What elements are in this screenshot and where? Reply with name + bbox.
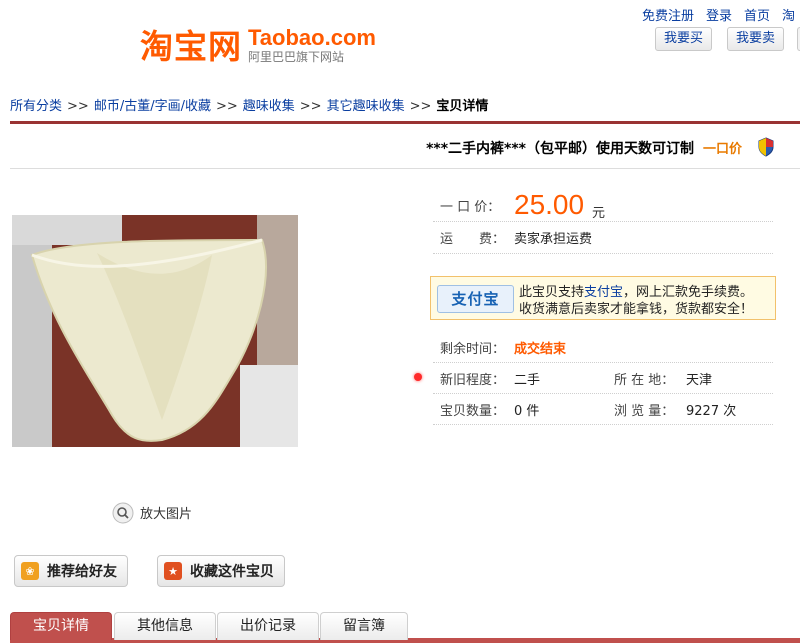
price-unit: 元 [592, 206, 606, 221]
price-label: 一 口 价： [440, 200, 501, 215]
alipay-logo: 支付宝 [437, 285, 514, 313]
logo-chinese: 淘宝网 [140, 27, 242, 66]
magnifier-icon[interactable] [112, 502, 134, 524]
home-link[interactable]: 首页 [744, 9, 770, 24]
divider [433, 221, 773, 222]
buy-button[interactable]: 我要买 [655, 27, 713, 51]
tab-other-info[interactable]: 其他信息 [114, 612, 216, 640]
shipping-label: 运 费： [440, 232, 506, 247]
breadcrumb-fun-collections[interactable]: 趣味收集 [243, 99, 295, 114]
sale-type-label: 一口价 [703, 142, 743, 157]
product-image [12, 215, 298, 447]
breadcrumb-separator: >> [67, 99, 89, 114]
breadcrumb-separator: >> [409, 99, 432, 114]
divider [433, 362, 773, 363]
quantity-label: 宝贝数量： [440, 404, 506, 419]
top-links: 免费注册 登录 首页淘 [642, 5, 800, 24]
price-value: 25.00 [514, 189, 585, 220]
views-value: 9227 次 [686, 404, 737, 419]
taobao-logo[interactable]: 淘宝网 Taobao.com 阿里巴巴旗下网站 [140, 27, 376, 67]
alipay-banner[interactable]: 支付宝 此宝贝支持支付宝，网上汇款免手续费。 收货满意后卖家才能拿钱，货款都安全… [430, 276, 776, 320]
breadcrumb-stamps-antiques[interactable]: 邮币/古董/字画/收藏 [94, 99, 211, 114]
remaining-time-label: 剩余时间： [440, 342, 506, 357]
divider [433, 253, 773, 254]
location-label: 所 在 地： [614, 373, 675, 388]
red-dot-marker [414, 373, 422, 381]
breadcrumb: 所有分类 >> 邮币/古董/字画/收藏 >> 趣味收集 >> 其它趣味收集 >> 宝贝详情 [10, 95, 488, 114]
header-divider [10, 121, 800, 124]
views-label: 浏 览 量： [614, 404, 675, 419]
logo-english: Taobao.com [248, 25, 376, 50]
login-link[interactable]: 登录 [706, 9, 732, 24]
condition-value: 二手 [514, 373, 541, 388]
favorite-button[interactable]: ★ 收藏这件宝贝 [157, 555, 285, 587]
quantity-value: 0 件 [514, 404, 540, 419]
product-photo[interactable] [12, 215, 298, 447]
logo-subtitle: 阿里巴巴旗下网站 [248, 50, 345, 64]
breadcrumb-other-collections[interactable]: 其它趣味收集 [327, 99, 405, 114]
divider [433, 393, 773, 394]
condition-label: 新旧程度： [440, 373, 506, 388]
breadcrumb-all-categories[interactable]: 所有分类 [10, 99, 62, 114]
tab-bid-records[interactable]: 出价记录 [217, 612, 319, 640]
favorite-button-label: 收藏这件宝贝 [190, 564, 274, 580]
item-title: ***二手内裤***（包平邮）使用天数可订制 [426, 141, 694, 157]
title-divider [10, 168, 800, 169]
location-value: 天津 [686, 373, 713, 388]
breadcrumb-separator: >> [299, 99, 322, 114]
divider [433, 424, 773, 425]
recommend-button-label: 推荐给好友 [47, 564, 117, 580]
tab-item-details[interactable]: 宝贝详情 [10, 612, 112, 640]
register-link[interactable]: 免费注册 [642, 9, 694, 24]
shield-icon [758, 137, 774, 157]
detail-tabs: 宝贝详情 其他信息 出价记录 留言簿 [10, 612, 800, 643]
breadcrumb-separator: >> [215, 99, 238, 114]
sell-button[interactable]: 我要卖 [727, 27, 785, 51]
star-icon: ★ [164, 562, 182, 580]
shipping-value: 卖家承担运费 [514, 232, 593, 247]
tab-guestbook[interactable]: 留言簿 [320, 612, 408, 640]
zoom-image-link[interactable]: 放大图片 [140, 503, 192, 522]
recommend-button[interactable]: ❀ 推荐给好友 [14, 555, 128, 587]
breadcrumb-current: 宝贝详情 [436, 99, 489, 114]
remaining-time-value: 成交结束 [514, 342, 567, 357]
truncated-link[interactable]: 淘 [782, 9, 795, 24]
alipay-line2: 收货满意后卖家才能拿钱，货款都安全！ [519, 302, 754, 317]
gift-icon: ❀ [21, 562, 39, 580]
